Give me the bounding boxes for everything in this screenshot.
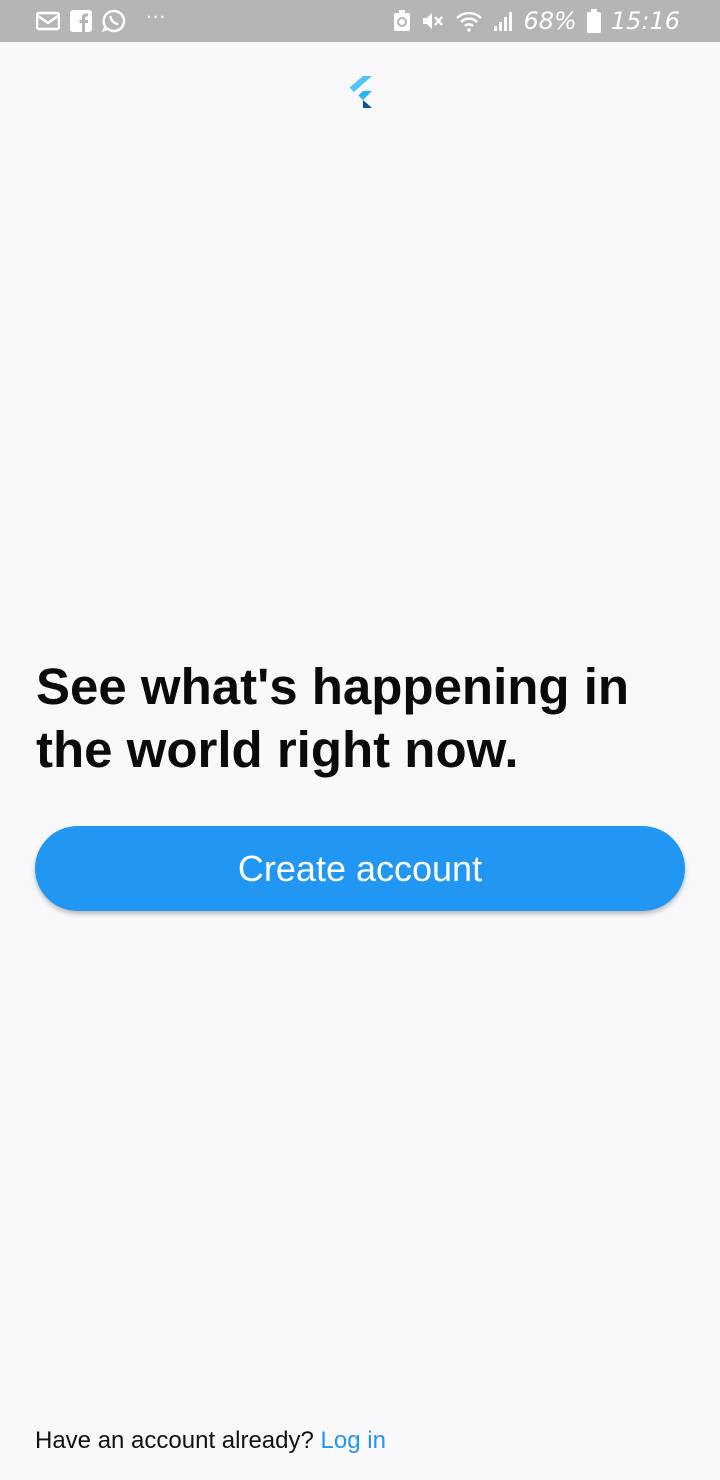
status-bar-right: 68% 15:16 [393,9,680,33]
login-link[interactable]: Log in [321,1427,386,1454]
wifi-icon [455,9,483,33]
facebook-icon [70,9,92,33]
signal-icon [493,9,513,33]
login-prompt-text: Have an account already? [35,1427,314,1454]
mail-icon [36,9,60,33]
create-account-button[interactable]: Create account [35,826,685,911]
status-bar: ··· 68% 15:16 [0,0,720,42]
battery-saver-icon [393,9,411,33]
battery-icon [586,9,601,33]
battery-percent: 68% [523,7,577,35]
login-prompt: Have an account already? Log in [35,1427,386,1455]
mute-icon [421,9,445,33]
clock: 15:16 [610,7,680,35]
headline: See what's happening in the world right … [36,658,630,778]
whatsapp-icon [102,9,126,33]
flutter-logo-icon [346,76,374,108]
more-notifications-icon: ··· [146,7,167,28]
status-bar-left: ··· [36,9,166,33]
